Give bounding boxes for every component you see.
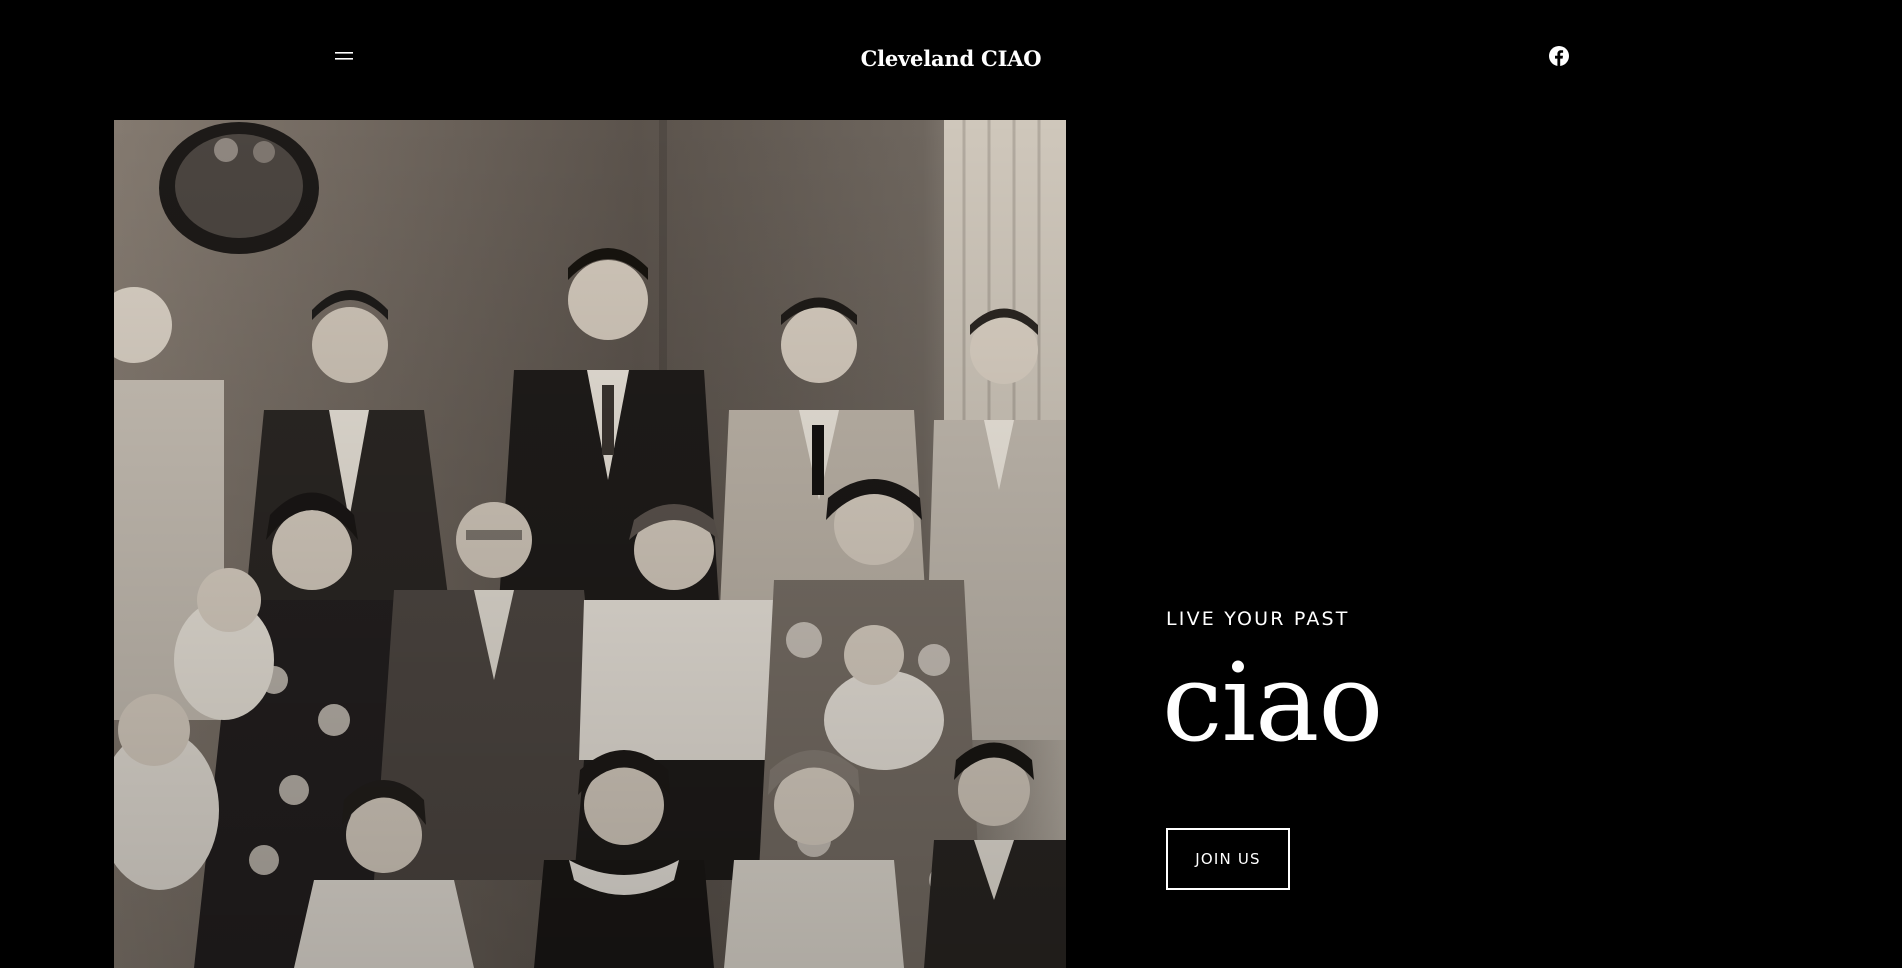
site-title[interactable]: Cleveland CIAO — [0, 46, 1902, 71]
family-photo-image — [114, 120, 1066, 968]
hero-text-block: LIVE YOUR PAST ciao JOIN US — [1162, 600, 1766, 890]
hero-heading: ciao — [1162, 641, 1383, 766]
facebook-link[interactable] — [1548, 45, 1570, 67]
page: Cleveland CIAO LIVE YOUR PAST ciao JOIN … — [0, 0, 1902, 968]
hero-family-photo — [114, 120, 1066, 968]
join-us-button[interactable]: JOIN US — [1166, 828, 1290, 890]
hero-eyebrow: LIVE YOUR PAST — [1166, 608, 1350, 630]
site-header: Cleveland CIAO — [0, 0, 1902, 120]
facebook-icon — [1549, 46, 1569, 66]
